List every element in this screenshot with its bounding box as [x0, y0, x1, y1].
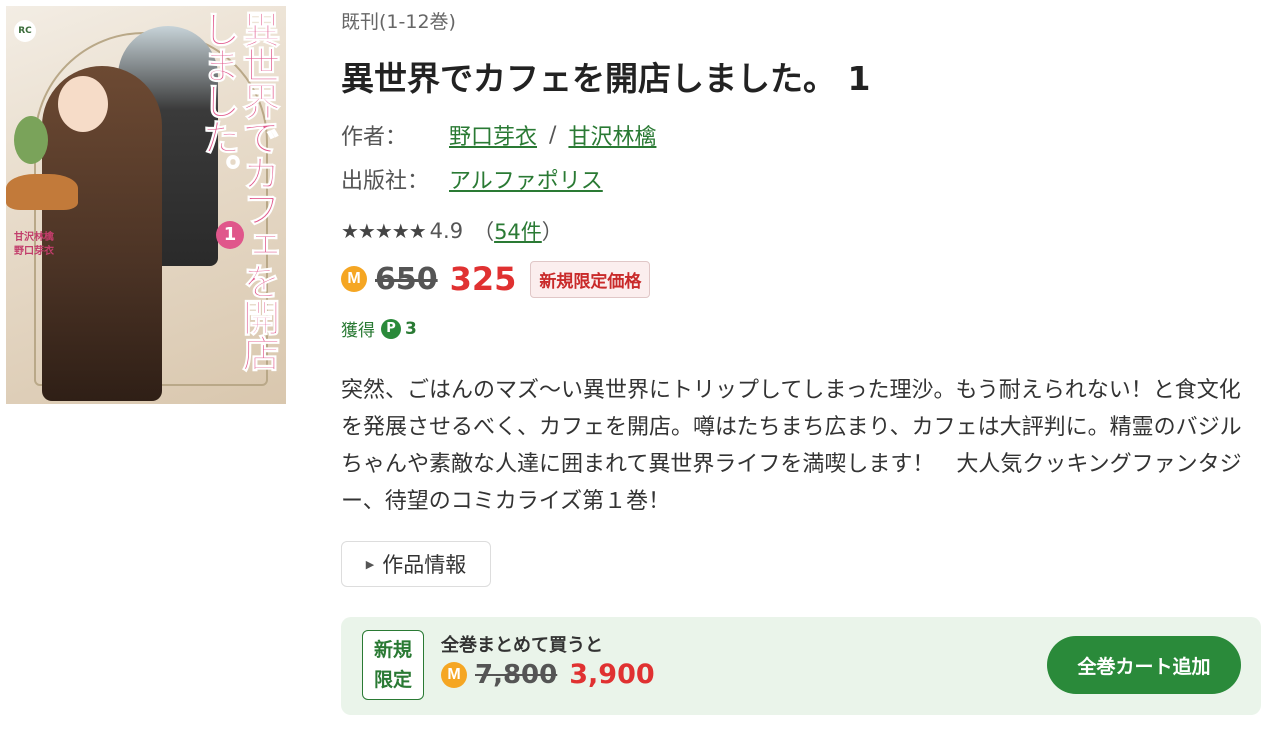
- bundle-title: 全巻まとめて買うと: [441, 635, 603, 656]
- add-all-to-cart-button[interactable]: 全巻カート追加: [1047, 636, 1241, 694]
- author-separator: /: [549, 122, 557, 148]
- caret-right-icon: ▶: [365, 557, 375, 571]
- publisher-link[interactable]: アルファポリス: [449, 163, 603, 195]
- new-limited-badge: 新規 限定: [362, 630, 424, 700]
- rating-score: 4.9: [429, 219, 464, 243]
- author-label: 作者：: [341, 125, 408, 150]
- rating-open-paren: （: [473, 220, 495, 244]
- new-user-price-badge: 新規限定価格: [530, 260, 651, 298]
- book-cover-image[interactable]: RC 異世界でカフェを開店しました。 1 甘沢林檎 野口芽衣: [6, 6, 286, 404]
- series-volumes: 既刊(1-12巻): [341, 11, 456, 33]
- badge-line-2: 限定: [373, 669, 412, 691]
- coin-icon: M: [341, 266, 367, 292]
- cover-illustration-spirit: [14, 116, 48, 164]
- points-value: 3: [405, 318, 417, 339]
- bundle-price-row: M 7,800 3,900: [441, 659, 655, 690]
- star-rating-icon: ★★★★★: [341, 219, 427, 243]
- sale-price: 325: [449, 260, 517, 298]
- price-row: M 650 325 新規限定価格: [341, 260, 651, 298]
- page-title: 異世界でカフェを開店しました。 1: [341, 59, 871, 98]
- rating-close-paren: ）: [541, 220, 563, 244]
- cover-illustration-bread: [6, 174, 78, 210]
- author-row: 作者： 野口芽衣 / 甘沢林檎: [341, 119, 656, 151]
- bundle-original-price: 7,800: [475, 659, 558, 690]
- author-link-1[interactable]: 野口芽衣: [449, 119, 537, 151]
- bundle-offer-panel: 新規 限定 全巻まとめて買うと M 7,800 3,900 全巻カート追加: [341, 617, 1261, 715]
- original-price: 650: [375, 261, 438, 297]
- cover-label-logo: RC: [14, 20, 36, 42]
- badge-line-1: 新規: [373, 639, 412, 661]
- review-count-link[interactable]: 54件: [494, 216, 542, 246]
- rating-row: ★★★★★ 4.9 （ 54件 ）: [341, 216, 563, 246]
- cover-author: 甘沢林檎 野口芽衣: [14, 232, 54, 257]
- work-info-button[interactable]: ▶ 作品情報: [341, 541, 491, 587]
- cover-title: 異世界でカフェを開店しました。: [196, 10, 282, 371]
- bundle-sale-price: 3,900: [569, 659, 655, 690]
- publisher-label: 出版社：: [341, 169, 430, 194]
- cover-volume-badge: 1: [216, 221, 244, 249]
- book-description: 突然、ごはんのマズ〜い異世界にトリップしてしまった理沙。もう耐えられない！と食文…: [341, 378, 1242, 514]
- publisher-row: 出版社： アルファポリス: [341, 163, 603, 195]
- work-info-label: 作品情報: [382, 553, 467, 577]
- cover-illustration-face: [58, 76, 108, 132]
- author-link-2[interactable]: 甘沢林檎: [568, 119, 656, 151]
- points-label: 獲得: [341, 321, 375, 341]
- points-icon: P: [381, 318, 401, 339]
- points-row: 獲得 P 3: [341, 316, 417, 341]
- coin-icon: M: [441, 661, 467, 688]
